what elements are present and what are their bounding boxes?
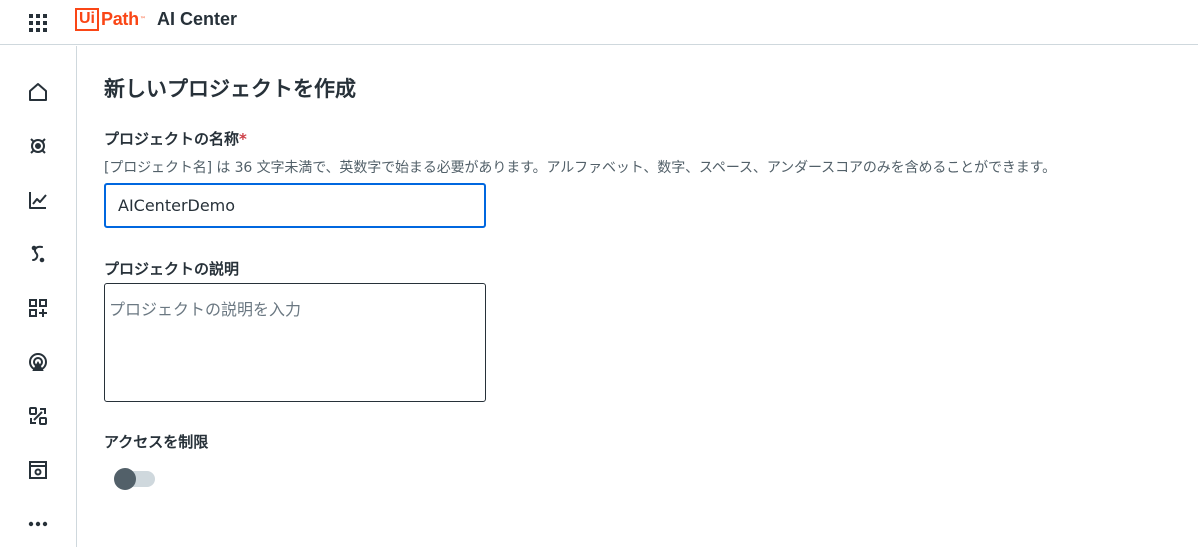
restrict-access-toggle[interactable] [114, 468, 156, 490]
logo-path-text: Path [101, 8, 139, 29]
required-marker: * [239, 130, 247, 148]
project-name-input[interactable] [104, 183, 486, 228]
uipath-logo[interactable]: Ui Path ™ [75, 7, 146, 31]
project-name-label-text: プロジェクトの名称 [104, 130, 240, 148]
sidebar-item-datasets[interactable] [24, 402, 52, 430]
ml-skills-icon [30, 138, 46, 154]
logs-icon [29, 461, 47, 479]
add-widgets-icon [29, 299, 47, 317]
restrict-access-label: アクセスを制限 [104, 433, 209, 451]
sidebar-item-deployments[interactable] [24, 348, 52, 376]
project-name-help-text: [プロジェクト名] は 36 文字未満で、英数字で始まる必要があります。アルファ… [104, 160, 1057, 176]
sidebar-item-logs[interactable] [24, 456, 52, 484]
project-name-label: プロジェクトの名称* [104, 128, 247, 149]
sidebar-item-packages[interactable] [24, 240, 52, 268]
datasets-icon [29, 407, 47, 425]
sidebar-nav [0, 46, 77, 547]
app-launcher-button[interactable] [24, 9, 52, 37]
project-description-input[interactable] [104, 283, 486, 402]
grid-icon [29, 14, 47, 32]
sidebar-item-widgets[interactable] [24, 294, 52, 322]
sidebar-item-ml-skills[interactable] [24, 132, 52, 160]
pipelines-icon [29, 192, 47, 209]
top-bar: Ui Path ™ AI Center [0, 0, 1198, 45]
logo-ui-mark: Ui [75, 7, 99, 31]
sidebar-item-home[interactable] [24, 78, 52, 106]
packages-icon [31, 245, 45, 263]
project-description-label: プロジェクトの説明 [104, 260, 240, 278]
page-title: 新しいプロジェクトを作成 [104, 77, 356, 101]
logo-trademark: ™ [139, 15, 146, 23]
product-name: AI Center [157, 9, 238, 29]
deployments-icon [29, 353, 47, 371]
sidebar-item-pipelines[interactable] [24, 186, 52, 214]
more-icon [28, 521, 48, 527]
sidebar-item-more[interactable] [24, 510, 52, 538]
toggle-thumb [114, 468, 136, 490]
home-icon [29, 83, 47, 101]
